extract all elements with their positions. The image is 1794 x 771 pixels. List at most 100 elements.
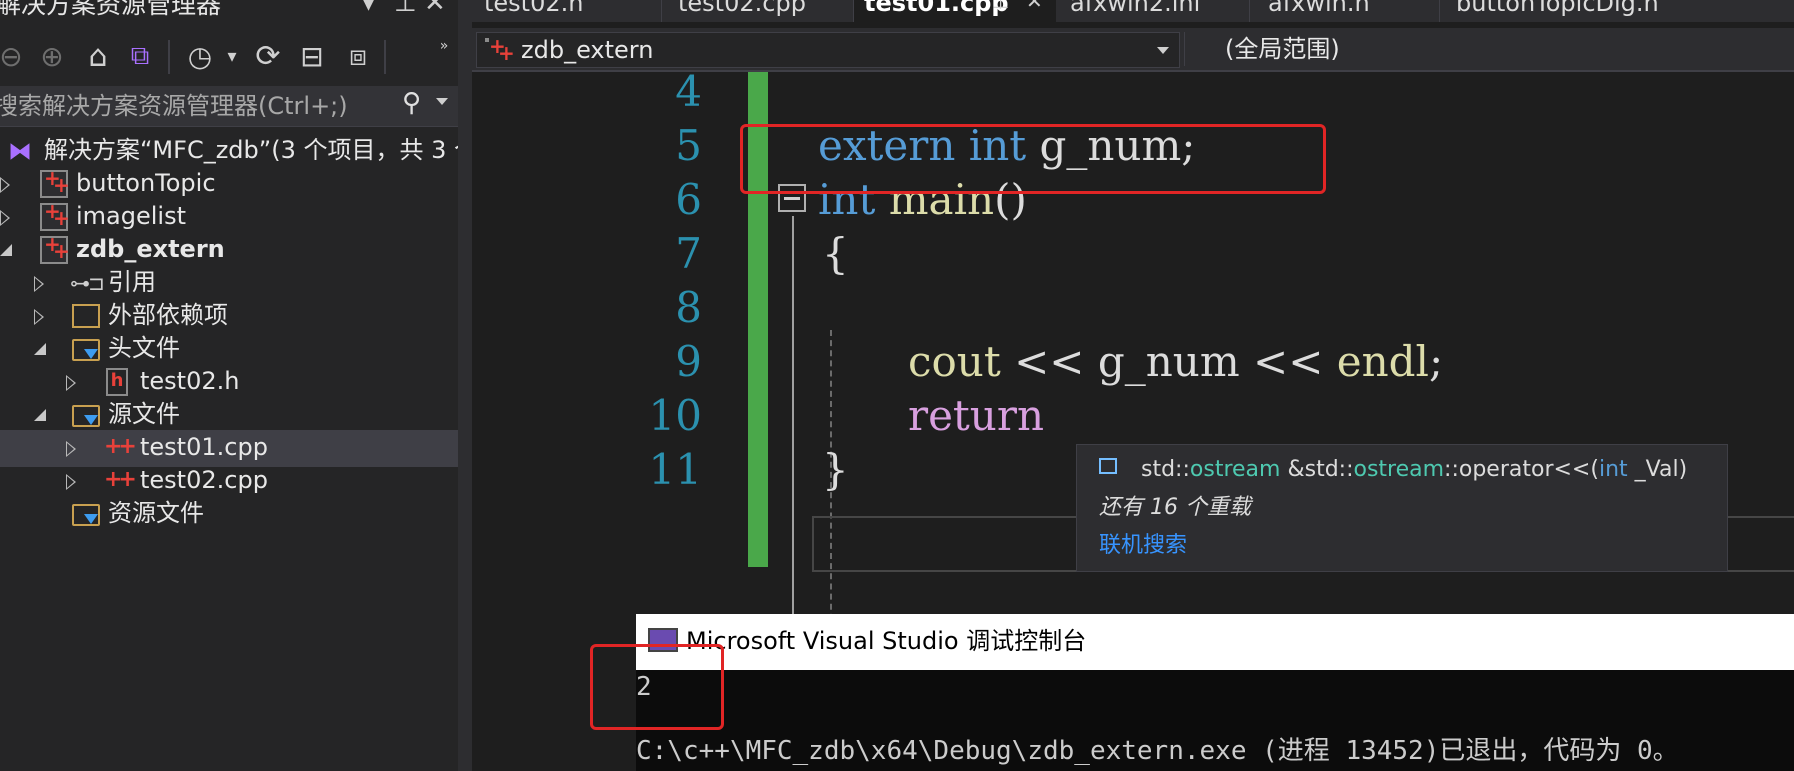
- search-options-chevron-icon[interactable]: [436, 98, 448, 105]
- tab-afxwin2-inl[interactable]: afxwin2.inl: [1056, 0, 1250, 22]
- panel-splitter[interactable]: [458, 0, 472, 771]
- line-number: 8: [675, 283, 702, 332]
- brace-token: }: [822, 445, 849, 494]
- collapse-arrow-icon[interactable]: [34, 343, 46, 355]
- cpp-file-icon: ++: [104, 467, 137, 492]
- tree-node-label: 源文件: [108, 400, 180, 428]
- search-icon[interactable]: ⚲: [402, 88, 421, 118]
- toolbar-divider: [384, 40, 386, 74]
- tree-node-source-files[interactable]: 源文件: [0, 397, 458, 434]
- pin-icon[interactable]: ⊥: [992, 0, 1009, 11]
- project-icon: [40, 166, 70, 198]
- scope-dropdown[interactable]: (全局范围): [1184, 32, 1794, 66]
- switch-views-icon[interactable]: ⧉: [122, 36, 158, 76]
- sig-text: &std::: [1280, 457, 1354, 482]
- header-file-icon: h: [106, 368, 128, 396]
- tree-node-label: test02.h: [140, 367, 240, 395]
- close-icon[interactable]: ✕: [1026, 0, 1043, 11]
- line-number: 10: [648, 391, 702, 440]
- project-icon: [485, 34, 515, 65]
- method-icon: [1099, 458, 1117, 474]
- tree-node-file-test02-h[interactable]: h test02.h: [0, 364, 458, 401]
- expand-arrow-icon[interactable]: [66, 441, 76, 457]
- expand-arrow-icon[interactable]: [34, 276, 44, 292]
- expand-arrow-icon[interactable]: [34, 309, 44, 325]
- overflow-icon[interactable]: »: [436, 26, 452, 66]
- code-line-9: cout << g_num << endl;: [908, 334, 1443, 390]
- tree-node-resource-files[interactable]: 资源文件: [0, 496, 458, 533]
- expand-arrow-icon[interactable]: [0, 210, 10, 226]
- collapse-arrow-icon[interactable]: [0, 244, 12, 256]
- punctuation-token: ;: [1428, 337, 1444, 386]
- pin-icon[interactable]: ⊥: [394, 0, 417, 16]
- chevron-down-icon[interactable]: [1157, 47, 1169, 54]
- close-icon[interactable]: ✕: [424, 0, 446, 16]
- forward-icon[interactable]: ⊕: [36, 36, 68, 76]
- tree-node-header-files[interactable]: 头文件: [0, 331, 458, 368]
- brace-token: {: [822, 229, 849, 278]
- tree-node-label: 头文件: [108, 334, 180, 362]
- tab-afxwin-h[interactable]: afxwin.h: [1250, 0, 1440, 22]
- debug-console-window: Microsoft Visual Studio 调试控制台 2 C:\c++\M…: [636, 614, 1794, 771]
- cpp-file-icon: ++: [104, 434, 137, 459]
- tree-node-project-imagelist[interactable]: imagelist: [0, 199, 458, 236]
- solution-icon: ⧓: [8, 137, 32, 165]
- editor-margin: [472, 72, 542, 771]
- solution-explorer-title: 解决方案资源管理器: [0, 0, 222, 19]
- tab-label: afxwin.h: [1268, 0, 1370, 17]
- dropdown-icon[interactable]: ▾: [362, 0, 375, 16]
- chevron-down-icon[interactable]: ▾: [224, 36, 240, 76]
- tree-node-file-test01-cpp[interactable]: ++ test01.cpp: [0, 430, 458, 467]
- operator-token: << g_num <<: [1000, 337, 1337, 386]
- tree-node-solution[interactable]: ⧓ 解决方案“MFC_zdb”(3 个项目，共 3 个: [0, 133, 458, 170]
- online-search-link[interactable]: 联机搜索: [1099, 527, 1187, 559]
- solution-explorer-panel: 解决方案资源管理器 ▾ ⊥ ✕ ⊖ ⊕ ⌂ ⧉ ◷ ▾ ⟳ ⊟ ⧈ » ⚲ ⧓ …: [0, 0, 458, 771]
- tree-node-project-zdb-extern[interactable]: zdb_extern: [0, 232, 458, 269]
- identifier-token: endl: [1336, 337, 1429, 386]
- collapse-arrow-icon[interactable]: [34, 409, 46, 421]
- tab-buttonTopicDlg-h[interactable]: buttonTopicDlg.h: [1440, 0, 1794, 22]
- tree-node-external-dependencies[interactable]: 外部依赖项: [0, 298, 458, 335]
- filter-folder-icon: [72, 339, 100, 361]
- tree-node-file-test02-cpp[interactable]: ++ test02.cpp: [0, 463, 458, 500]
- back-icon[interactable]: ⊖: [0, 36, 26, 76]
- project-dropdown-value: zdb_extern: [521, 36, 654, 64]
- tree-node-project-buttonTopic[interactable]: buttonTopic: [0, 166, 458, 203]
- collapse-all-icon[interactable]: ⊟: [294, 36, 330, 76]
- expand-arrow-icon[interactable]: [66, 474, 76, 490]
- line-number: 9: [675, 337, 702, 386]
- tab-test02-h[interactable]: test02.h: [472, 0, 662, 22]
- tree-node-label: 资源文件: [108, 499, 204, 527]
- tab-test01-cpp[interactable]: test01.cpp ⊥ ✕: [854, 0, 1056, 22]
- line-number: 4: [675, 72, 702, 116]
- external-dependencies-icon: [72, 304, 100, 328]
- home-icon[interactable]: ⌂: [80, 36, 116, 76]
- pending-changes-filter-icon[interactable]: ◷: [180, 36, 220, 76]
- tab-label: test01.cpp: [864, 0, 1009, 17]
- expand-arrow-icon[interactable]: [66, 375, 76, 391]
- search-input[interactable]: [0, 86, 384, 126]
- sig-param: _Val): [1627, 457, 1688, 482]
- references-icon: ⊶⊐: [70, 271, 105, 295]
- sig-keyword: int: [1598, 457, 1628, 482]
- solution-explorer-search: ⚲: [0, 86, 458, 127]
- line-number: 11: [648, 445, 702, 494]
- console-title: Microsoft Visual Studio 调试控制台: [686, 627, 1087, 655]
- quick-info-tooltip: std::ostream &std::ostream::operator<<(i…: [1076, 444, 1728, 572]
- tab-test02-cpp[interactable]: test02.cpp: [662, 0, 854, 22]
- console-title-bar: Microsoft Visual Studio 调试控制台: [636, 614, 1794, 670]
- code-line-7: {: [822, 226, 849, 282]
- keyword-token: return: [908, 391, 1044, 440]
- line-number: 6: [675, 175, 702, 224]
- show-all-files-icon[interactable]: ⧈: [340, 36, 376, 76]
- tab-label: test02.h: [484, 0, 584, 17]
- tree-node-references[interactable]: ⊶⊐ 引用: [0, 265, 458, 302]
- tree-node-label: 解决方案“MFC_zdb”(3 个项目，共 3 个: [44, 136, 458, 164]
- refresh-icon[interactable]: ⟳: [250, 36, 286, 76]
- console-output-line: C:\c++\MFC_zdb\x64\Debug\zdb_extern.exe …: [636, 736, 1679, 766]
- solution-explorer-toolbar: ⊖ ⊕ ⌂ ⧉ ◷ ▾ ⟳ ⊟ ⧈ »: [0, 32, 458, 82]
- sig-type: ostream: [1189, 457, 1281, 482]
- project-dropdown[interactable]: zdb_extern: [476, 32, 1180, 68]
- filter-folder-icon: [72, 504, 100, 526]
- expand-arrow-icon[interactable]: [0, 177, 10, 193]
